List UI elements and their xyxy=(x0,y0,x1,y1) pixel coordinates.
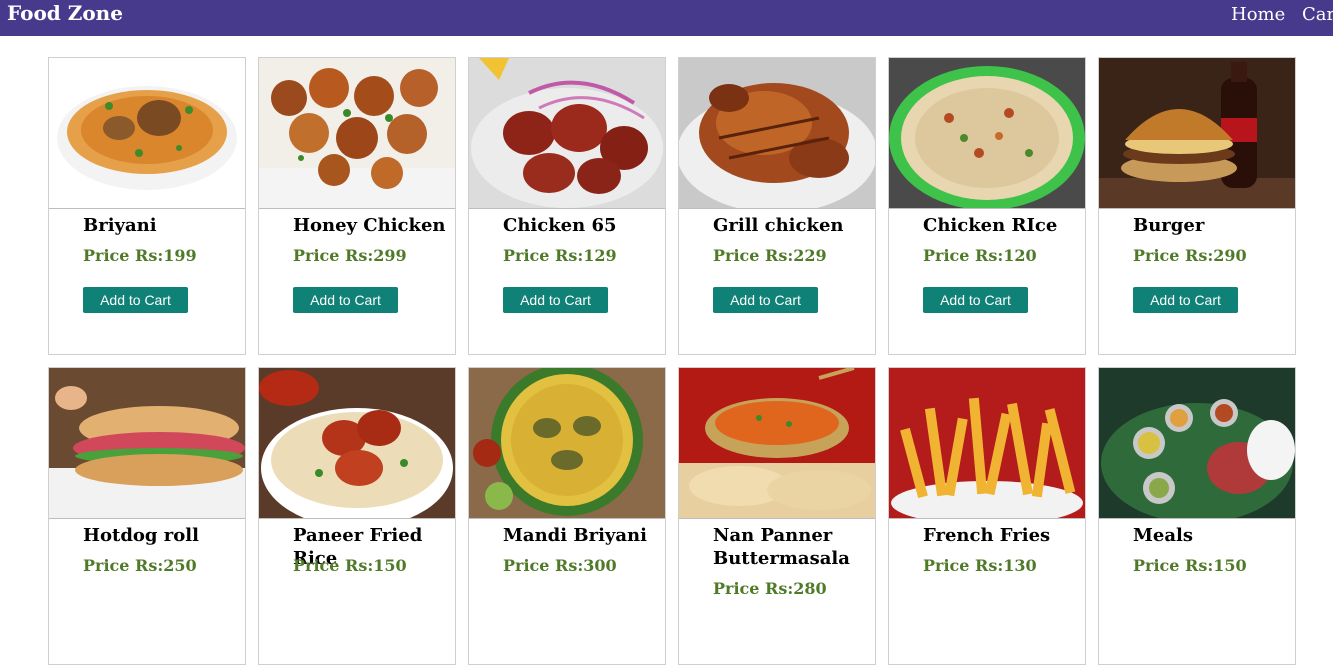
product-name: Mandi Briyani xyxy=(503,525,647,546)
product-name: Grill chicken xyxy=(713,215,844,236)
honey-chicken-icon xyxy=(259,58,455,209)
product-name: Briyani xyxy=(83,215,157,236)
paneer-fried-rice-icon xyxy=(259,368,455,519)
grill-chicken-icon xyxy=(679,58,875,209)
naan-paneer-icon xyxy=(679,368,875,519)
hotdog-roll-icon xyxy=(49,368,245,519)
product-name: Chicken RIce xyxy=(923,215,1058,236)
product-card: Mandi Briyani Price Rs:300 xyxy=(468,367,666,665)
mandi-biryani-icon xyxy=(469,368,665,519)
product-price: Price Rs:120 xyxy=(923,246,1037,265)
add-to-cart-button[interactable]: Add to Cart xyxy=(83,287,188,313)
product-price: Price Rs:290 xyxy=(1133,246,1247,265)
product-card: Paneer Fried Rice Price Rs:150 xyxy=(258,367,456,665)
product-card: Chicken 65 Price Rs:129 Add to Cart xyxy=(468,57,666,355)
add-to-cart-button[interactable]: Add to Cart xyxy=(293,287,398,313)
product-price: Price Rs:129 xyxy=(503,246,617,265)
product-price: Price Rs:280 xyxy=(713,579,827,598)
product-card: Burger Price Rs:290 Add to Cart xyxy=(1098,57,1296,355)
french-fries-icon xyxy=(889,368,1085,519)
burger-icon xyxy=(1099,58,1295,209)
product-price: Price Rs:150 xyxy=(293,556,407,575)
product-name: Honey Chicken xyxy=(293,215,446,236)
product-name: Hotdog roll xyxy=(83,525,199,546)
product-name: Nan Panner Buttermasala xyxy=(713,525,850,569)
add-to-cart-button[interactable]: Add to Cart xyxy=(713,287,818,313)
product-name: Meals xyxy=(1133,525,1194,546)
product-price: Price Rs:130 xyxy=(923,556,1037,575)
product-card: Grill chicken Price Rs:229 Add to Cart xyxy=(678,57,876,355)
product-price: Price Rs:229 xyxy=(713,246,827,265)
brand-logo[interactable]: Food Zone xyxy=(7,1,123,25)
product-card: Meals Price Rs:150 xyxy=(1098,367,1296,665)
nav-home-link[interactable]: Home xyxy=(1231,3,1285,27)
product-price: Price Rs:299 xyxy=(293,246,407,265)
product-price: Price Rs:250 xyxy=(83,556,197,575)
nav-cart-link[interactable]: Cart xyxy=(1302,3,1333,27)
chicken-rice-icon xyxy=(889,58,1085,209)
product-name: French Fries xyxy=(923,525,1051,546)
product-price: Price Rs:150 xyxy=(1133,556,1247,575)
top-navbar: Food Zone Home Cart xyxy=(0,0,1333,36)
product-card: Hotdog roll Price Rs:250 xyxy=(48,367,246,665)
product-card: Briyani Price Rs:199 Add to Cart xyxy=(48,57,246,355)
product-name: Burger xyxy=(1133,215,1205,236)
product-card: Chicken RIce Price Rs:120 Add to Cart xyxy=(888,57,1086,355)
product-card: French Fries Price Rs:130 xyxy=(888,367,1086,665)
product-name: Chicken 65 xyxy=(503,215,617,236)
add-to-cart-button[interactable]: Add to Cart xyxy=(503,287,608,313)
add-to-cart-button[interactable]: Add to Cart xyxy=(923,287,1028,313)
product-price: Price Rs:199 xyxy=(83,246,197,265)
chicken-65-icon xyxy=(469,58,665,209)
product-price: Price Rs:300 xyxy=(503,556,617,575)
product-card: Nan Panner Buttermasala Price Rs:280 xyxy=(678,367,876,665)
product-card: Honey Chicken Price Rs:299 Add to Cart xyxy=(258,57,456,355)
biryani-plate-icon xyxy=(49,58,245,209)
meals-thali-icon xyxy=(1099,368,1295,519)
add-to-cart-button[interactable]: Add to Cart xyxy=(1133,287,1238,313)
